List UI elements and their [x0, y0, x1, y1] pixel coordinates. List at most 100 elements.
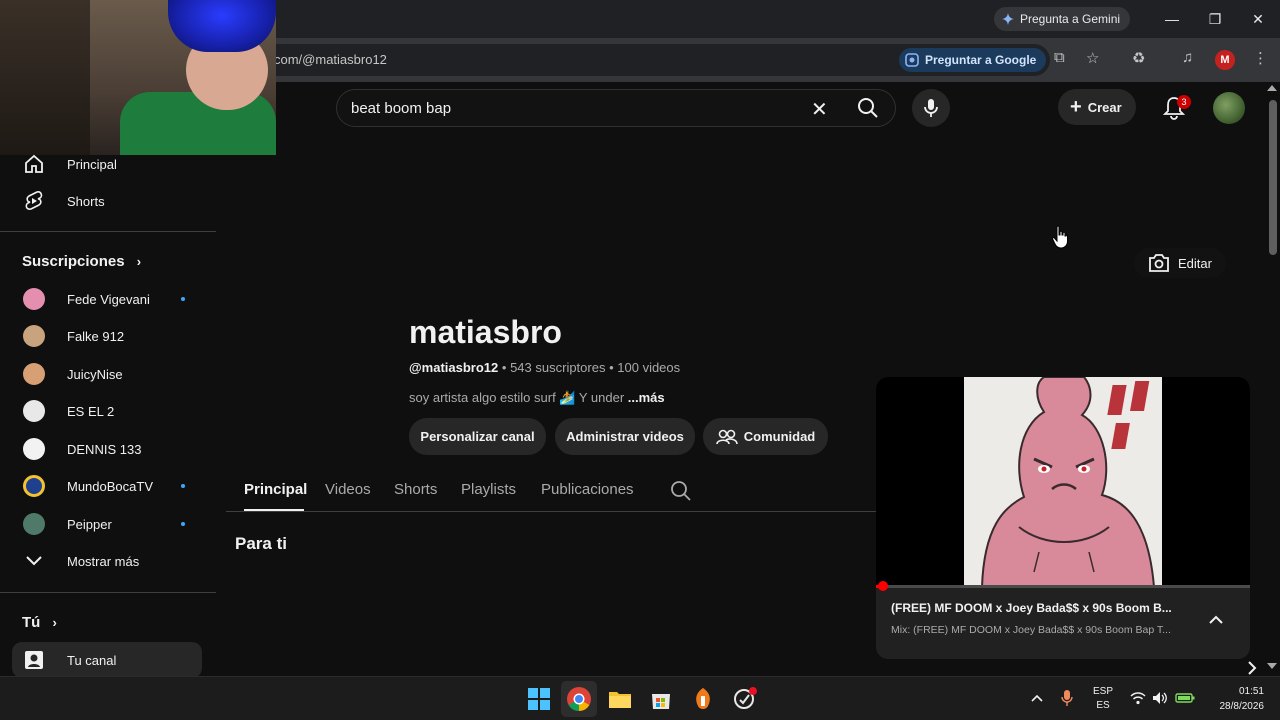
wifi-icon[interactable] — [1130, 691, 1146, 705]
community-button[interactable]: Comunidad — [703, 418, 828, 455]
sidebar-item-mundobocatv[interactable]: MundoBocaTV — [12, 468, 202, 504]
extensions-icon[interactable]: ♻ — [1132, 49, 1145, 67]
browser-profile-avatar[interactable]: M — [1215, 50, 1235, 70]
file-explorer-icon[interactable] — [607, 686, 633, 712]
ask-google-button[interactable]: Preguntar a Google — [899, 48, 1047, 72]
url-text[interactable]: com/@matiasbro12 — [274, 52, 387, 67]
miniplayer-title[interactable]: (FREE) MF DOOM x Joey Bada$$ x 90s Boom … — [891, 601, 1191, 615]
miniplayer-video[interactable] — [876, 377, 1250, 587]
input-language-indicator[interactable]: ESP ES — [1090, 685, 1116, 713]
bookmark-star-icon[interactable]: ☆ — [1086, 49, 1099, 67]
subscriptions-heading[interactable]: Suscripciones › — [22, 253, 141, 270]
page-scrollbar-thumb[interactable] — [1269, 100, 1277, 255]
channel-description[interactable]: soy artista algo estilo surf 🏄 Y under .… — [409, 390, 665, 406]
sidebar-item-peipper[interactable]: Peipper — [12, 506, 202, 542]
channel-search-icon[interactable] — [670, 480, 692, 502]
ask-gemini-button[interactable]: Pregunta a Gemini — [994, 7, 1131, 31]
clock-date: 28/8/2026 — [1219, 701, 1265, 712]
app-icon[interactable] — [731, 686, 757, 712]
lang-top: ESP — [1092, 686, 1113, 697]
you-heading-label: Tú — [22, 614, 41, 631]
show-more-button[interactable]: Mostrar más — [12, 543, 202, 579]
description-more-link[interactable]: ...más — [628, 390, 665, 405]
sidebar-item-label: JuicyNise — [67, 366, 123, 382]
sidebar-divider — [0, 592, 216, 593]
sidebar-item-dennis-133[interactable]: DENNIS 133 — [12, 431, 202, 467]
edit-banner-button[interactable]: Editar — [1134, 248, 1226, 278]
channel-name: matiasbro — [409, 314, 562, 350]
notification-count-badge: 3 — [1177, 95, 1191, 109]
lens-icon — [905, 53, 919, 67]
tray-chevron-up-icon[interactable] — [1030, 693, 1044, 703]
home-icon — [22, 152, 46, 176]
channel-tabs: Principal Videos Shorts Playlists Public… — [226, 472, 876, 512]
create-label: Crear — [1087, 99, 1122, 115]
subscriptions-heading-label: Suscripciones — [22, 253, 125, 270]
sidebar-item-your-channel[interactable]: Tu canal — [12, 642, 202, 678]
camera-icon — [1149, 254, 1169, 272]
sidebar-item-label: Peipper — [67, 516, 112, 532]
sidebar-item-label: MundoBocaTV — [67, 478, 153, 494]
sidebar-item-fede-vigevani[interactable]: Fede Vigevani — [12, 281, 202, 317]
microsoft-store-icon[interactable] — [648, 686, 674, 712]
channel-meta: @matiasbro12 • 543 suscriptores • 100 vi… — [409, 360, 680, 375]
system-clock[interactable]: 01:51 28/8/2026 — [1202, 684, 1265, 714]
tab-principal[interactable]: Principal — [244, 481, 307, 498]
sidebar-item-falke-912[interactable]: Falke 912 — [12, 318, 202, 354]
mic-icon — [924, 99, 938, 117]
clear-search-icon[interactable]: ✕ — [811, 97, 828, 122]
scroll-up-arrow-icon[interactable] — [1266, 84, 1278, 92]
tab-publicaciones[interactable]: Publicaciones — [541, 481, 634, 498]
search-box[interactable]: beat boom bap ✕ — [336, 89, 896, 127]
sidebar-item-label: DENNIS 133 — [67, 441, 142, 457]
avatar — [23, 288, 45, 310]
sidebar-item-es-el-2[interactable]: ES EL 2 — [12, 393, 202, 429]
sidebar-item-shorts[interactable]: Shorts — [12, 183, 202, 219]
windows-start-icon[interactable] — [526, 686, 552, 712]
volume-icon[interactable] — [1152, 690, 1168, 706]
chevron-up-icon[interactable] — [1207, 614, 1225, 626]
customize-channel-button[interactable]: Personalizar canal — [409, 418, 546, 455]
you-heading[interactable]: Tú › — [22, 614, 57, 631]
your-channel-icon — [22, 648, 46, 672]
webcam-background — [0, 0, 90, 155]
minimize-icon[interactable]: — — [1161, 8, 1183, 30]
miniplayer-scrubber-handle[interactable] — [878, 581, 888, 591]
avatar — [23, 513, 45, 535]
chevron-right-icon: › — [136, 254, 142, 269]
ask-google-label: Preguntar a Google — [925, 53, 1037, 67]
ask-gemini-label: Pregunta a Gemini — [1020, 12, 1121, 26]
restore-icon[interactable]: ❐ — [1204, 8, 1226, 30]
webcam-person-hair — [168, 0, 276, 52]
hand-cursor-icon — [1052, 225, 1068, 249]
fl-studio-icon[interactable] — [690, 686, 716, 712]
search-icon[interactable] — [856, 96, 880, 120]
manage-videos-button[interactable]: Administrar videos — [555, 418, 695, 455]
browser-menu-icon[interactable]: ⋮ — [1253, 49, 1268, 67]
scroll-down-arrow-icon[interactable] — [1266, 662, 1278, 670]
chevron-right-icon[interactable] — [1245, 660, 1259, 676]
show-more-label: Mostrar más — [67, 553, 140, 569]
account-avatar[interactable] — [1213, 92, 1245, 124]
avatar — [23, 325, 45, 347]
search-input[interactable]: beat boom bap — [351, 100, 451, 117]
sidebar-item-label: ES EL 2 — [67, 403, 115, 419]
miniplayer-progress-bar[interactable] — [876, 585, 1250, 588]
tab-shorts[interactable]: Shorts — [394, 481, 437, 498]
battery-icon[interactable] — [1175, 692, 1195, 704]
sidebar-item-juicynise[interactable]: JuicyNise — [12, 356, 202, 392]
tab-videos[interactable]: Videos — [325, 481, 371, 498]
tab-playlists[interactable]: Playlists — [461, 481, 516, 498]
create-button[interactable]: + Crear — [1058, 89, 1136, 125]
sidebar-item-principal[interactable]: Principal — [12, 146, 202, 182]
install-app-icon[interactable]: ⧉ — [1054, 49, 1065, 66]
close-window-icon[interactable]: ✕ — [1247, 8, 1269, 30]
community-label: Comunidad — [743, 429, 816, 444]
voice-search-button[interactable] — [912, 89, 950, 127]
description-text: soy artista algo estilo surf 🏄 Y under — [409, 390, 625, 405]
tray-mic-icon[interactable] — [1060, 689, 1074, 707]
section-title: Para ti — [235, 534, 287, 553]
miniplayer[interactable]: (FREE) MF DOOM x Joey Bada$$ x 90s Boom … — [876, 377, 1250, 659]
chrome-icon[interactable] — [566, 686, 592, 712]
media-controls-icon[interactable]: ♫ — [1182, 49, 1193, 66]
